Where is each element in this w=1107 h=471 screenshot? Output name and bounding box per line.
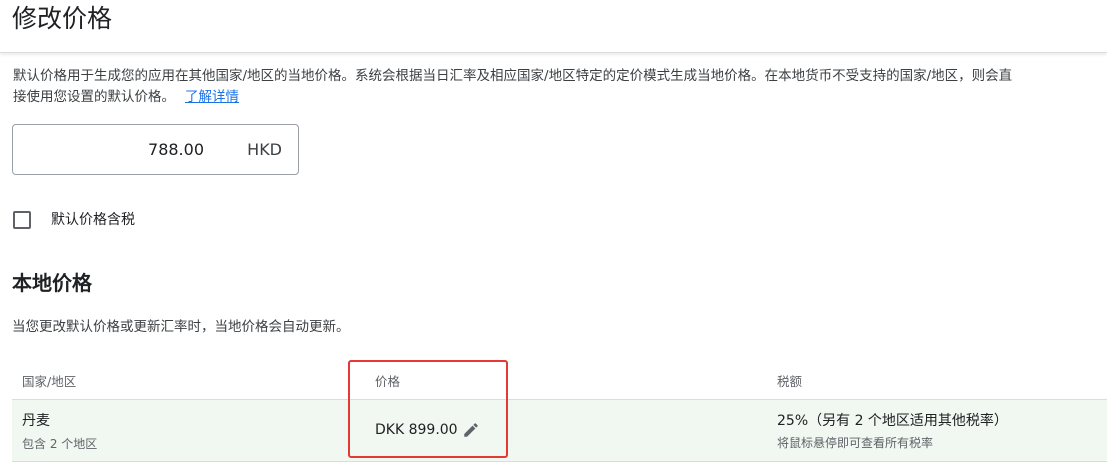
page-header: 修改价格 (0, 0, 1107, 53)
default-price-field[interactable]: HKD (12, 124, 299, 175)
edit-price-page: 修改价格 默认价格用于生成您的应用在其他国家/地区的当地价格。系统会根据当日汇率… (0, 0, 1107, 471)
pencil-icon[interactable] (462, 421, 480, 439)
row-tax: 25%（另有 2 个地区适用其他税率） (777, 413, 1008, 429)
row-country-regions: 包含 2 个地区 (22, 437, 98, 451)
table-header: 国家/地区 价格 税额 (12, 362, 1107, 400)
default-price-currency: HKD (247, 140, 282, 159)
learn-more-link[interactable]: 了解详情 (185, 89, 239, 105)
default-price-input[interactable] (54, 125, 204, 174)
row-country: 丹麦 (22, 413, 50, 429)
local-prices-title: 本地价格 (12, 271, 92, 295)
row-price: DKK 899.00 (375, 422, 458, 438)
column-header-country: 国家/地区 (22, 374, 77, 389)
default-price-description: 默认价格用于生成您的应用在其他国家/地区的当地价格。系统会根据当日汇率及相应国家… (13, 66, 1013, 108)
default-price-description-text: 默认价格用于生成您的应用在其他国家/地区的当地价格。系统会根据当日汇率及相应国家… (13, 68, 1013, 105)
column-header-price: 价格 (375, 374, 401, 389)
table-row[interactable]: 丹麦 包含 2 个地区 DKK 899.00 25%（另有 2 个地区适用其他税… (12, 400, 1107, 462)
tax-included-checkbox[interactable] (13, 211, 31, 229)
row-tax-hint: 将鼠标悬停即可查看所有税率 (777, 436, 934, 450)
local-prices-description: 当您更改默认价格或更新汇率时，当地价格会自动更新。 (12, 319, 350, 335)
tax-included-label[interactable]: 默认价格含税 (51, 211, 135, 230)
column-header-tax: 税额 (777, 374, 803, 389)
page-title: 修改价格 (12, 4, 113, 33)
local-prices-table: 国家/地区 价格 税额 丹麦 包含 2 个地区 DKK 899.00 25%（另… (12, 362, 1107, 462)
